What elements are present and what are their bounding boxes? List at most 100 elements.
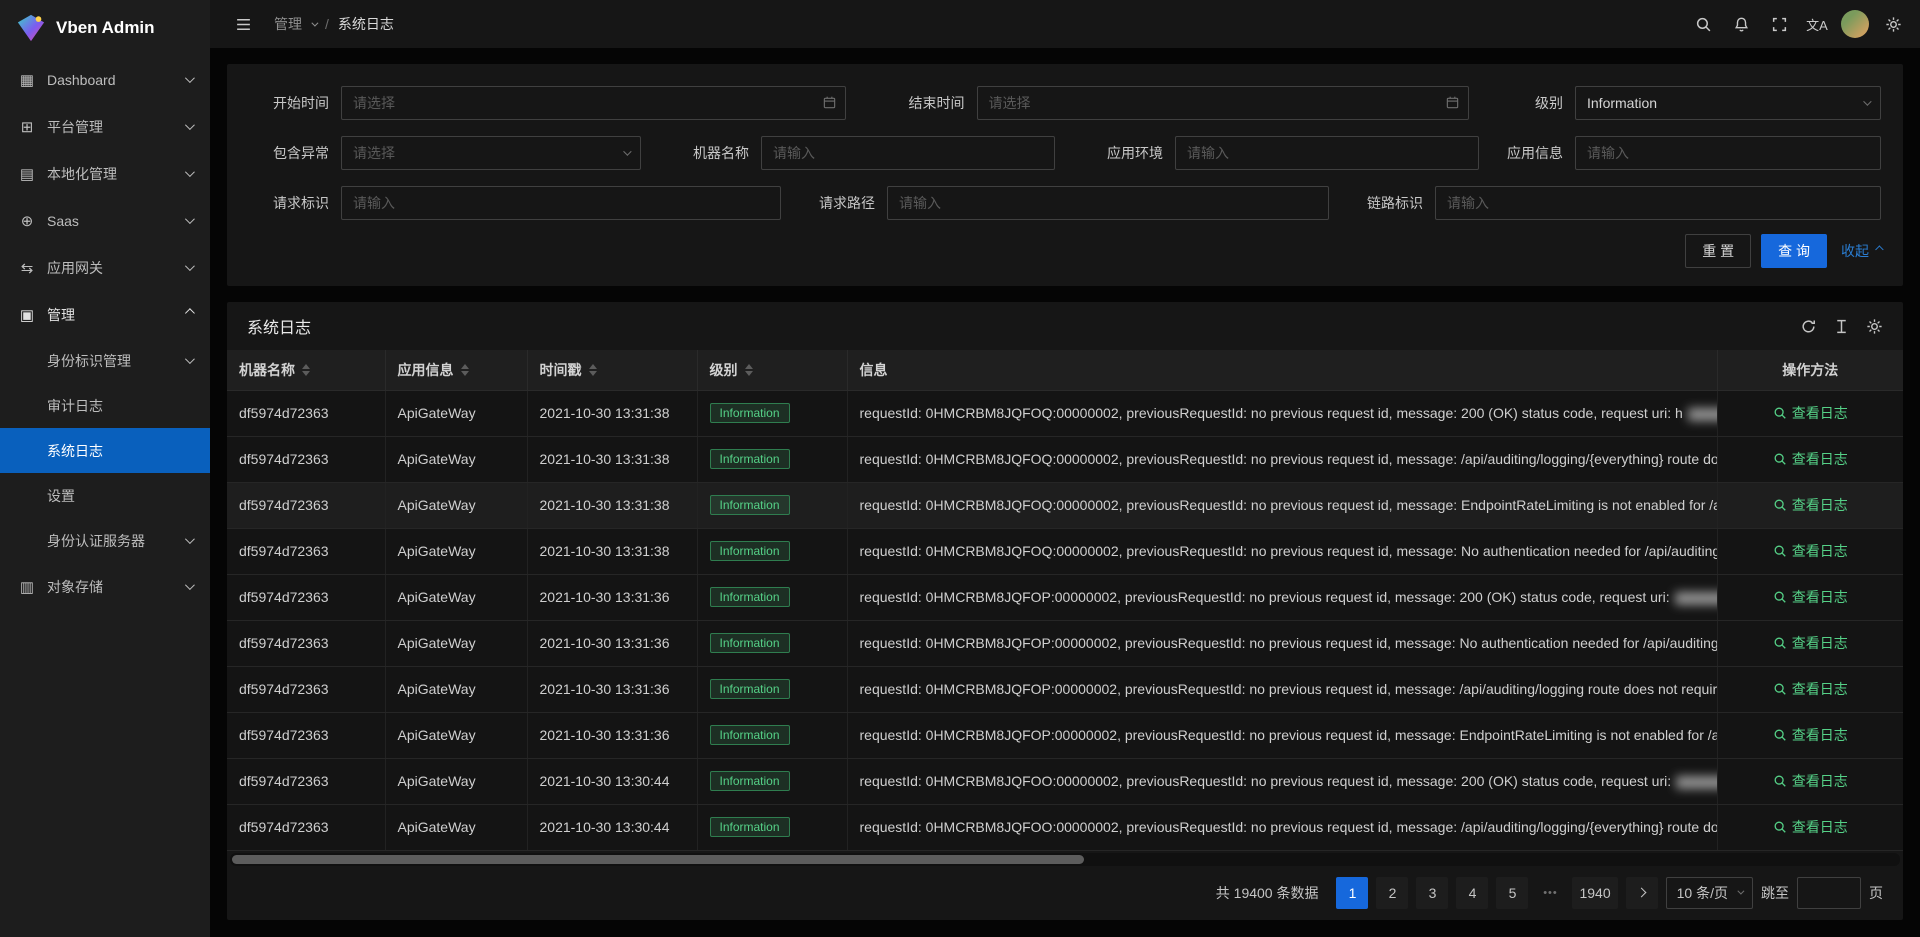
dashboard-icon: ▦: [18, 71, 36, 89]
view-log-link[interactable]: 查看日志: [1773, 449, 1848, 469]
breadcrumb-separator: /: [325, 16, 329, 32]
collapse-toggle[interactable]: 收起: [1841, 241, 1881, 261]
sort-icons[interactable]: [589, 364, 597, 376]
start-time-picker[interactable]: [341, 86, 846, 120]
query-button[interactable]: 查 询: [1761, 234, 1827, 268]
cell-machine-name: df5974d72363: [227, 620, 385, 666]
reset-button[interactable]: 重 置: [1685, 234, 1751, 268]
avatar[interactable]: [1836, 0, 1874, 48]
view-log-link[interactable]: 查看日志: [1773, 587, 1848, 607]
exception-select[interactable]: 请选择: [341, 136, 641, 170]
col-level[interactable]: 级别: [697, 350, 847, 390]
bell-icon[interactable]: [1722, 0, 1760, 48]
row-height-icon[interactable]: [1833, 318, 1850, 335]
col-machine-name[interactable]: 机器名称: [227, 350, 385, 390]
page-button-5[interactable]: 5: [1496, 877, 1528, 909]
filter-end-time: 结束时间: [885, 86, 1469, 120]
cell-machine-name: df5974d72363: [227, 666, 385, 712]
cell-machine-name: df5974d72363: [227, 390, 385, 436]
calendar-icon: [1445, 95, 1460, 110]
sidebar-subitem[interactable]: 审计日志: [0, 383, 210, 428]
cell-app-info: ApiGateWay: [385, 390, 527, 436]
cell-level: Information: [697, 528, 847, 574]
col-app-info[interactable]: 应用信息: [385, 350, 527, 390]
breadcrumb-parent[interactable]: 管理: [274, 14, 302, 34]
magnifier-icon: [1773, 636, 1787, 650]
machine-name-input[interactable]: [761, 136, 1055, 170]
col-actions: 操作方法: [1717, 350, 1903, 390]
chevron-down-icon: [185, 580, 195, 590]
chevron-down-icon: [623, 147, 631, 155]
col-timestamp[interactable]: 时间戳: [527, 350, 697, 390]
chevron-down-icon: [185, 214, 195, 224]
sidebar-subitem[interactable]: 设置: [0, 473, 210, 518]
sort-icons[interactable]: [745, 364, 753, 376]
vben-logo-icon: [16, 13, 46, 43]
fullscreen-icon[interactable]: [1760, 0, 1798, 48]
topbar: 管理 / 系统日志 文A: [210, 0, 1920, 48]
level-select[interactable]: Information: [1575, 86, 1881, 120]
app-logo[interactable]: Vben Admin: [0, 0, 210, 56]
sidebar-subitem[interactable]: 系统日志: [0, 428, 210, 473]
view-log-link[interactable]: 查看日志: [1773, 541, 1848, 561]
view-log-link[interactable]: 查看日志: [1773, 817, 1848, 837]
translate-icon[interactable]: 文A: [1798, 0, 1836, 48]
cell-machine-name: df5974d72363: [227, 712, 385, 758]
view-log-link[interactable]: 查看日志: [1773, 633, 1848, 653]
search-icon[interactable]: [1684, 0, 1722, 48]
filter-app-info: 应用信息: [1507, 136, 1881, 170]
request-id-input[interactable]: [341, 186, 781, 220]
level-badge: Information: [710, 725, 790, 745]
cell-machine-name: df5974d72363: [227, 436, 385, 482]
page-button-2[interactable]: 2: [1376, 877, 1408, 909]
sidebar-item-dashboard[interactable]: ▦Dashboard: [0, 56, 210, 103]
sidebar-nav: ▦Dashboard⊞平台管理▤本地化管理⊕Saas⇆应用网关▣管理身份标识管理…: [0, 56, 210, 937]
start-time-input[interactable]: [341, 86, 846, 120]
sort-icons[interactable]: [302, 364, 310, 376]
sidebar-item-saas[interactable]: ⊕Saas: [0, 197, 210, 244]
chevron-down-icon: [185, 354, 195, 364]
view-log-link[interactable]: 查看日志: [1773, 771, 1848, 791]
sidebar-subitem[interactable]: 身份标识管理: [0, 338, 210, 383]
view-log-link[interactable]: 查看日志: [1773, 495, 1848, 515]
page-button-3[interactable]: 3: [1416, 877, 1448, 909]
chevron-down-icon: [185, 73, 195, 83]
next-page-button[interactable]: [1626, 877, 1658, 909]
view-log-link[interactable]: 查看日志: [1773, 679, 1848, 699]
refresh-icon[interactable]: [1800, 318, 1817, 335]
view-log-link[interactable]: 查看日志: [1773, 725, 1848, 745]
horizontal-scrollbar[interactable]: [230, 853, 1900, 866]
redacted-text: [1688, 408, 1717, 421]
scrollbar-thumb[interactable]: [232, 855, 1084, 864]
chevron-down-icon: [1863, 97, 1871, 105]
app-info-input[interactable]: [1575, 136, 1881, 170]
menu-fold-icon[interactable]: [224, 0, 262, 48]
trace-id-label: 链路标识: [1343, 193, 1423, 213]
column-settings-icon[interactable]: [1866, 318, 1883, 335]
page-button-1940[interactable]: 1940: [1572, 877, 1617, 909]
cell-message: requestId: 0HMCRBM8JQFOO:00000002, previ…: [847, 804, 1717, 850]
sidebar-item-localization[interactable]: ▤本地化管理: [0, 150, 210, 197]
level-badge: Information: [710, 403, 790, 423]
gear-icon[interactable]: [1874, 0, 1912, 48]
end-time-picker[interactable]: [977, 86, 1469, 120]
page-button-1[interactable]: 1: [1336, 877, 1368, 909]
trace-id-input[interactable]: [1435, 186, 1881, 220]
sidebar-subitem[interactable]: 身份认证服务器: [0, 518, 210, 563]
sidebar-item-storage[interactable]: ▥对象存储: [0, 563, 210, 610]
jump-input[interactable]: [1797, 877, 1861, 909]
sort-icons[interactable]: [461, 364, 469, 376]
filter-request-path: 请求路径: [795, 186, 1329, 220]
level-badge: Information: [710, 679, 790, 699]
sidebar-item-management[interactable]: ▣管理: [0, 291, 210, 338]
page-button-4[interactable]: 4: [1456, 877, 1488, 909]
view-log-link[interactable]: 查看日志: [1773, 403, 1848, 423]
sidebar-item-platform[interactable]: ⊞平台管理: [0, 103, 210, 150]
sidebar-item-gateway[interactable]: ⇆应用网关: [0, 244, 210, 291]
cell-message: requestId: 0HMCRBM8JQFOQ:00000002, previ…: [847, 482, 1717, 528]
storage-icon: ▥: [18, 578, 36, 596]
page-size-select[interactable]: 10 条/页: [1666, 877, 1753, 909]
end-time-input[interactable]: [977, 86, 1469, 120]
request-path-input[interactable]: [887, 186, 1329, 220]
app-env-input[interactable]: [1175, 136, 1479, 170]
